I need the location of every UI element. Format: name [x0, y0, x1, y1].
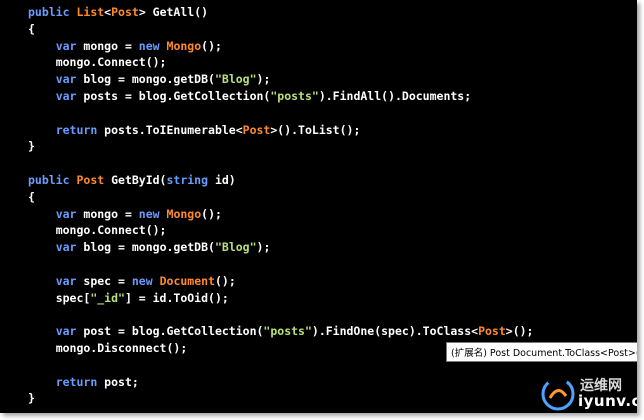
code-token: var	[55, 38, 77, 53]
code-token: string	[166, 172, 209, 187]
code-token: mongo =	[76, 38, 139, 53]
code-token: Post	[111, 5, 139, 19]
code-line: public List<Post> GetAll()	[28, 4, 533, 21]
code-line: public Post GetById(string id)	[28, 172, 533, 189]
code-line: mongo.Connect();	[28, 222, 533, 239]
code-token: blog = mongo.getDB(	[76, 72, 215, 87]
code-token: ();	[201, 38, 222, 53]
code-line: mongo.Connect();	[28, 54, 533, 71]
code-token: {	[28, 189, 35, 204]
code-line: return post;	[28, 374, 533, 391]
code-line: {	[28, 21, 533, 38]
watermark: 运维网 iyunv.com	[536, 372, 637, 413]
code-token: );	[256, 72, 271, 87]
code-line: }	[28, 138, 533, 155]
code-line: var spec = new Document();	[28, 273, 533, 290]
code-token: "Blog"	[214, 72, 257, 87]
code-line: }	[28, 390, 533, 407]
code-token: spec[	[28, 290, 91, 305]
code-line: {	[28, 189, 533, 206]
code-token: "Blog"	[214, 240, 257, 255]
code-token: public	[28, 172, 77, 187]
code-token: mongo =	[76, 206, 139, 221]
code-token: mongo.Connect();	[28, 55, 167, 70]
code-line: var blog = mongo.getDB("Blog");	[28, 71, 533, 88]
code-line: return posts.ToIEnumerable<Post>().ToLis…	[28, 122, 533, 139]
watermark-en: iyunv.com	[578, 392, 637, 410]
code-token: var	[55, 88, 77, 103]
code-token: Document	[159, 273, 215, 288]
code-token: var	[55, 240, 77, 255]
code-token: Post	[76, 172, 105, 187]
code-token: "_id"	[90, 290, 125, 305]
code-token: spec =	[76, 273, 132, 288]
code-token: id)	[208, 172, 236, 187]
code-line: var posts = blog.GetCollection("posts").…	[28, 88, 533, 105]
code-token: var	[55, 72, 77, 87]
code-token: ();	[214, 273, 236, 288]
code-token: List	[76, 5, 105, 19]
code-line: var blog = mongo.getDB("Blog");	[28, 239, 533, 256]
code-token: Post	[242, 122, 271, 137]
code-line: var mongo = new Mongo();	[28, 38, 533, 55]
code-token: ] = id.ToOid();	[124, 290, 229, 305]
code-token: }	[28, 391, 35, 406]
code-token: >().ToList();	[270, 122, 361, 137]
code-line: spec["_id"] = id.ToOid();	[28, 290, 533, 307]
code-token: post = blog.GetCollection(	[76, 324, 264, 339]
code-line: var post = blog.GetCollection("posts").F…	[28, 323, 534, 340]
code-token: ).FindOne(spec).ToClass<	[311, 324, 479, 339]
code-token: posts = blog.GetCollection(	[76, 88, 271, 103]
code-token: new	[138, 206, 160, 221]
code-token: Mongo	[166, 206, 202, 221]
code-token: var	[55, 273, 77, 288]
code-token: mongo.Disconnect();	[28, 340, 188, 355]
code-token: var	[55, 206, 77, 221]
code-token: public	[28, 5, 77, 19]
site-logo-icon	[541, 377, 575, 411]
code-token: var	[55, 324, 77, 339]
code-token: }	[28, 139, 35, 154]
code-token: new	[138, 38, 160, 53]
code-token: ).FindAll().Documents;	[318, 88, 472, 103]
code-token: >();	[505, 324, 534, 339]
intellisense-tooltip: (扩展名) Post Document.ToClass<Post>()	[446, 342, 637, 362]
code-token: > GetAll()	[138, 5, 209, 19]
code-token: posts.ToIEnumerable<	[97, 122, 243, 137]
code-editor: public List<Post> GetAll(){ var mongo = …	[0, 0, 637, 413]
code-token: );	[256, 240, 271, 255]
code-token: "posts"	[263, 324, 312, 339]
code-token: "posts"	[270, 88, 319, 103]
code-token: return	[55, 122, 98, 137]
code-token: {	[28, 21, 35, 36]
code-token: GetById(	[104, 172, 167, 187]
code-token: Mongo	[166, 38, 202, 53]
code-token: mongo.Connect();	[28, 223, 167, 238]
code-token: blog = mongo.getDB(	[76, 240, 215, 255]
code-token: return	[55, 374, 98, 389]
code-line: var mongo = new Mongo();	[28, 206, 533, 223]
code-token: ();	[201, 206, 222, 221]
code-token: post;	[97, 374, 139, 389]
code-token: new	[131, 273, 153, 288]
code-token: Post	[478, 324, 506, 339]
